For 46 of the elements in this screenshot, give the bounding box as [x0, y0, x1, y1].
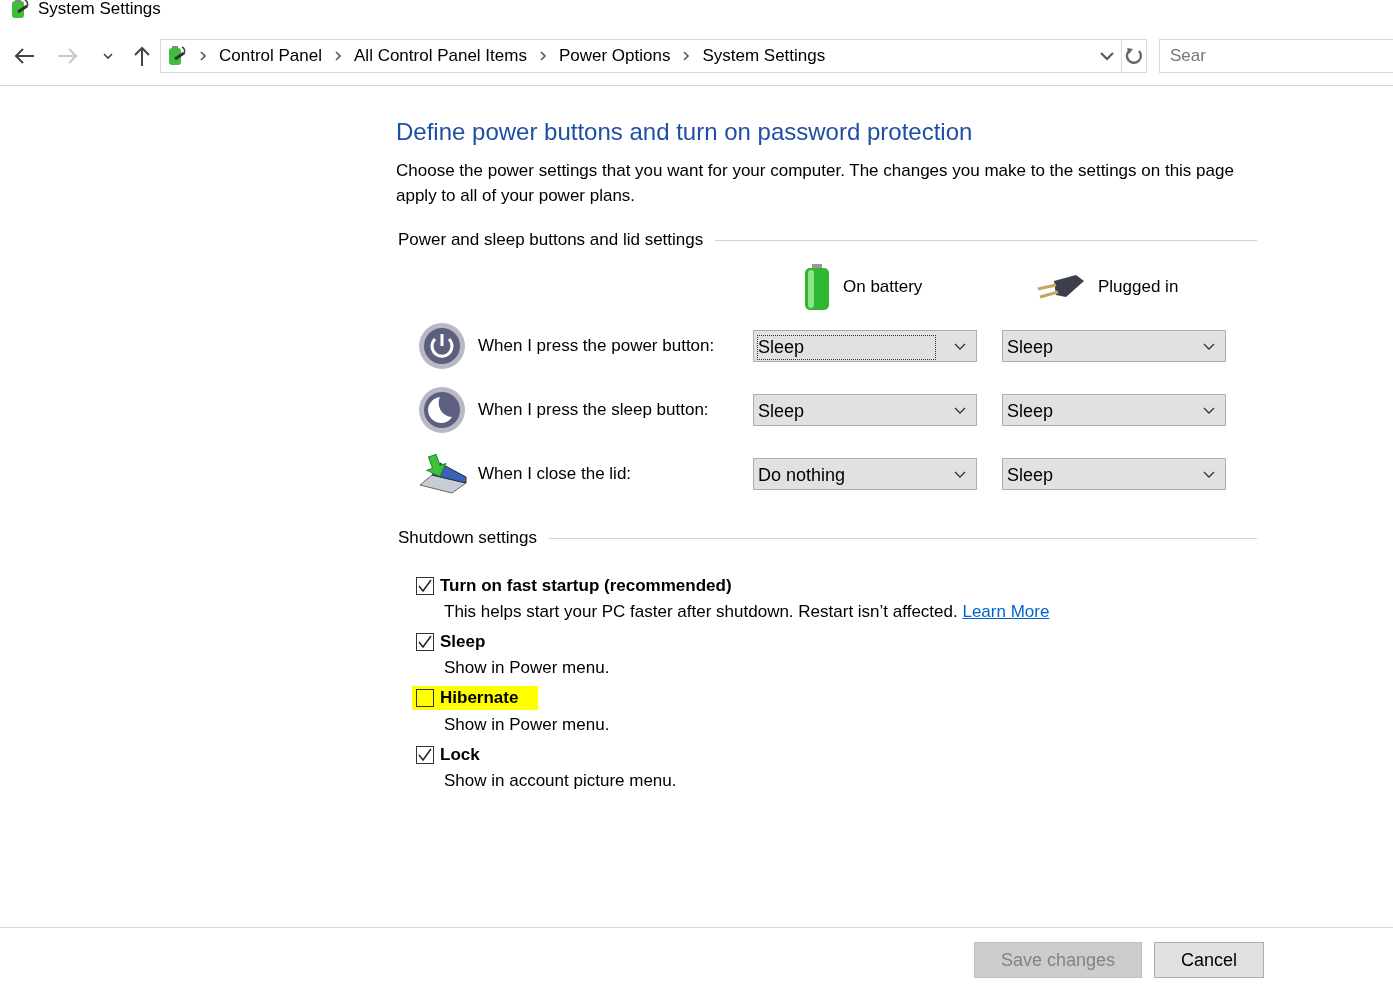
checkbox-label: Hibernate: [440, 688, 519, 708]
learn-more-link[interactable]: Learn More: [962, 602, 1050, 621]
chevron-icon: [538, 49, 547, 62]
breadcrumb[interactable]: Control Panel: [219, 45, 322, 66]
checkbox-label: Turn on fast startup (recommended): [440, 576, 732, 596]
chevron-icon: [199, 49, 207, 62]
breadcrumb[interactable]: System Settings: [702, 45, 826, 66]
checkbox[interactable]: [416, 577, 434, 595]
dropdown[interactable]: Sleep: [753, 394, 977, 426]
checkbox-label: Lock: [440, 745, 480, 765]
chevron-icon: [334, 49, 342, 62]
section-title: Shutdown settings: [398, 528, 537, 548]
breadcrumb[interactable]: Power Options: [558, 45, 671, 66]
description: Show in Power menu.: [444, 658, 611, 678]
refresh-icon[interactable]: [1121, 38, 1147, 73]
checkbox[interactable]: [416, 633, 434, 651]
dropdown[interactable]: Sleep: [1002, 394, 1226, 426]
column-header: On battery: [843, 277, 923, 297]
description: This helps start your PC faster after shutdown. Restart isn’t affected. Learn More: [444, 602, 1051, 622]
setting-label: When I press the sleep button:: [478, 400, 709, 420]
dropdown[interactable]: Do nothing: [753, 458, 977, 490]
chevron-icon: [682, 49, 691, 62]
breadcrumb[interactable]: All Control Panel Items: [354, 45, 527, 66]
page-heading: Define power buttons and turn on password protection: [396, 118, 974, 146]
dropdown[interactable]: Sleep: [753, 330, 977, 362]
address-bar[interactable]: Control Panel All Control Panel Items Power Options System Settings: [160, 38, 1122, 73]
description: Show in account picture menu.: [444, 771, 678, 791]
checkbox-label: Sleep: [440, 632, 486, 652]
dropdown[interactable]: Sleep: [1002, 458, 1226, 490]
checkbox[interactable]: [416, 689, 434, 707]
setting-label: When I close the lid:: [478, 464, 632, 484]
moon-icon: [418, 386, 466, 434]
intro-text: Choose the power settings that you want for your computer. The changes you make to the settings on this page apply to all of your power plans.: [396, 160, 1235, 207]
power-icon: [418, 322, 466, 370]
laptop-icon: [418, 453, 468, 495]
setting-label: When I press the power button:: [478, 336, 715, 356]
section-title: Power and sleep buttons and lid settings: [398, 230, 704, 250]
battery-icon: [803, 263, 831, 311]
plug-icon: [1036, 273, 1086, 301]
search-field[interactable]: Sear: [1159, 38, 1393, 73]
window-title: System Settings: [38, 0, 161, 19]
column-header: Plugged in: [1098, 277, 1179, 297]
footer-button[interactable]: Cancel: [1153, 942, 1264, 978]
checkbox[interactable]: [416, 746, 434, 764]
description: Show in Power menu.: [444, 715, 611, 735]
dropdown[interactable]: Sleep: [1002, 330, 1226, 362]
